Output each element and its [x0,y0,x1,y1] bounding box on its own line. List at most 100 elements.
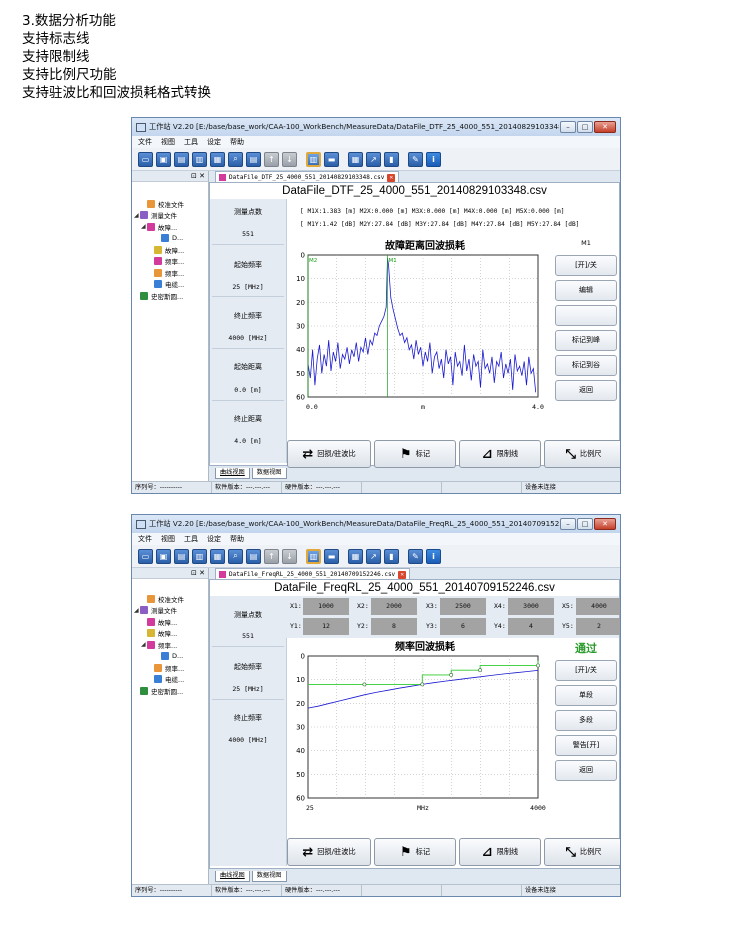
title-bar[interactable]: 工作站 V2.20 [E:/base/base_work/CAA-100_Wor… [132,515,620,533]
print-icon[interactable]: ▤ [246,151,261,167]
menu-view[interactable]: 视图 [161,137,175,147]
y-value[interactable]: 8 [371,618,417,635]
search-icon[interactable]: ⌕ [228,548,243,564]
save-icon[interactable]: ▥ [192,151,207,167]
tree-item[interactable]: D... [132,651,208,663]
tree-item[interactable]: 频率... [132,256,208,268]
x-value[interactable]: 2500 [440,598,486,615]
tree-item[interactable]: ◢ 故障... [132,221,208,233]
tree-item[interactable]: 电缆... [132,279,208,291]
y-value[interactable]: 6 [440,618,486,635]
tree-item[interactable]: 故障... [132,244,208,256]
print-icon[interactable]: ▤ [246,548,261,564]
upload-icon[interactable]: ↑ [264,151,279,167]
maximize-button[interactable]: □ [577,518,593,530]
panel-icon[interactable]: ▬ [324,548,339,564]
menu-tools[interactable]: 工具 [184,137,198,147]
calculator-icon[interactable]: ▦ [348,548,363,564]
back-button[interactable]: 返回 [555,380,617,401]
upload-icon[interactable]: ↑ [264,548,279,564]
minimize-button[interactable]: – [560,121,576,133]
open-folder-icon[interactable]: ▭ [138,548,153,564]
rl-vswr-button[interactable]: ⇄ 回损/驻波比 [287,838,371,866]
x-value[interactable]: 4000 [576,598,620,615]
close-button[interactable]: ✕ [594,121,616,133]
wrench-icon[interactable]: ✎ [408,151,423,167]
tree-item[interactable]: 频率... [132,662,208,674]
calculator-icon[interactable]: ▦ [348,151,363,167]
marker-button[interactable]: ⚑ 标记 [374,838,456,866]
title-bar[interactable]: 工作站 V2.20 [E:/base/base_work/CAA-100_Wor… [132,118,620,136]
limit-line-button[interactable]: ⊿ 限制线 [459,440,541,468]
tree-item[interactable]: 史密斯圆... [132,685,208,697]
menu-settings[interactable]: 设定 [207,534,221,544]
download-icon[interactable]: ↓ [282,151,297,167]
panel-icon[interactable]: ▬ [324,151,339,167]
open-folder-icon[interactable]: ▭ [138,151,153,167]
close-tab-icon[interactable]: ✕ [387,173,396,182]
tab-curve-view[interactable]: 曲线视图 [215,871,250,882]
close-tab-icon[interactable]: ✕ [398,570,407,579]
tab-data-view[interactable]: 数据视图 [251,468,287,479]
menu-view[interactable]: 视图 [161,534,175,544]
tab-data-view[interactable]: 数据视图 [251,871,287,882]
scale-button[interactable]: ⤡ 比例尺 [544,440,620,468]
dtf-chart[interactable]: 0 10 20 30 40 50 600.0 m 4.0 M1 M2 [286,249,556,424]
search-icon[interactable]: ⌕ [228,151,243,167]
menu-file[interactable]: 文件 [138,534,152,544]
save-as-icon[interactable]: ▦ [210,548,225,564]
tree-item[interactable]: D... [132,233,208,245]
info-icon[interactable]: i [426,548,441,564]
tree-item[interactable]: ◢ 测量文件 [132,210,208,222]
marker-button[interactable]: ⚑ 标记 [374,440,456,468]
save-as-icon[interactable]: ▦ [210,151,225,167]
download-icon[interactable]: ↓ [282,548,297,564]
tree-item[interactable]: ◢ 测量文件 [132,605,208,617]
bar-chart-icon[interactable]: ▮ [384,548,399,564]
y-value[interactable]: 2 [576,618,620,635]
edit-button[interactable]: 编辑 [555,280,617,301]
y-value[interactable]: 12 [303,618,349,635]
menu-tools[interactable]: 工具 [184,534,198,544]
x-value[interactable]: 3000 [508,598,554,615]
x-value[interactable]: 2000 [371,598,417,615]
panel-pin-close[interactable]: ⊡ ✕ [132,171,208,182]
back-button[interactable]: 返回 [555,760,617,781]
menu-help[interactable]: 帮助 [230,137,244,147]
limit-line-button[interactable]: ⊿ 限制线 [459,838,541,866]
info-icon[interactable]: i [426,151,441,167]
marker-to-peak-button[interactable]: 标记到峰 [555,330,617,351]
menu-file[interactable]: 文件 [138,137,152,147]
freq-chart[interactable]: 0 10 20 30 40 50 6025 MHz 4000 [286,650,556,825]
save-icon[interactable]: ▥ [192,548,207,564]
layout-icon[interactable]: ▥ [306,151,321,167]
x-value[interactable]: 1000 [303,598,349,615]
menu-help[interactable]: 帮助 [230,534,244,544]
panel-pin-close[interactable]: ⊡ ✕ [132,568,208,579]
close-button[interactable]: ✕ [594,518,616,530]
tree-item[interactable]: 电缆... [132,674,208,686]
wrench-icon[interactable]: ✎ [408,548,423,564]
tree-item[interactable]: 史密斯圆... [132,290,208,302]
maximize-button[interactable]: □ [577,121,593,133]
bar-chart-icon[interactable]: ▮ [384,151,399,167]
y-value[interactable]: 4 [508,618,554,635]
tree-item[interactable]: ◢ 频率... [132,639,208,651]
window-icon[interactable]: ▣ [156,151,171,167]
tree-item[interactable]: 校准文件 [132,198,208,210]
limit-toggle-button[interactable]: [开]/关 [555,660,617,681]
line-chart-icon[interactable]: ↗ [366,548,381,564]
marker-to-valley-button[interactable]: 标记到谷 [555,355,617,376]
scale-button[interactable]: ⤡ 比例尺 [544,838,620,866]
minimize-button[interactable]: – [560,518,576,530]
window-icon[interactable]: ▣ [156,548,171,564]
empty-button[interactable] [555,305,617,326]
tree-item[interactable]: 频率... [132,267,208,279]
layout-icon[interactable]: ▥ [306,548,321,564]
line-chart-icon[interactable]: ↗ [366,151,381,167]
windows-icon[interactable]: ▤ [174,151,189,167]
rl-vswr-button[interactable]: ⇄ 回损/驻波比 [287,440,371,468]
menu-settings[interactable]: 设定 [207,137,221,147]
multi-segment-button[interactable]: 多段 [555,710,617,731]
tree-item[interactable]: 校准文件 [132,593,208,605]
